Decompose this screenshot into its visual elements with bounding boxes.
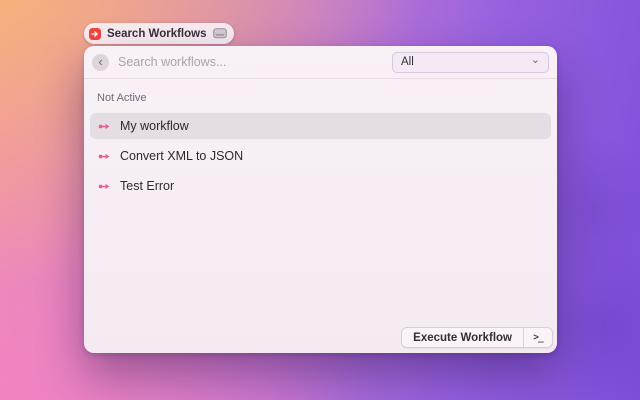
workflow-name: Convert XML to JSON xyxy=(120,149,244,163)
list-item-my-workflow[interactable]: My workflow xyxy=(90,113,551,139)
workflow-name: Test Error xyxy=(120,179,175,193)
section-header: Not Active xyxy=(97,92,147,104)
terminal-icon: >_ xyxy=(533,332,544,343)
list-item-convert-xml[interactable]: Convert XML to JSON xyxy=(90,143,551,169)
window-header: ‹ All ⌄ xyxy=(84,46,557,79)
chevron-left-icon: ‹ xyxy=(98,53,103,69)
workflow-list: Not Active My workflow Convert XML to JS… xyxy=(84,79,557,327)
run-arrow-icon xyxy=(91,30,98,37)
back-button[interactable]: ‹ xyxy=(92,53,109,71)
workflow-icon xyxy=(98,150,111,163)
search-input[interactable] xyxy=(118,55,383,69)
chevron-down-icon: ⌄ xyxy=(530,53,540,66)
execute-workflow-split-button: Execute Workflow >_ xyxy=(401,327,553,348)
filter-dropdown[interactable]: All ⌄ xyxy=(392,51,549,73)
list-item-test-error[interactable]: Test Error xyxy=(90,173,551,199)
badge-title: Search Workflows xyxy=(107,27,207,40)
search-workflows-window: ‹ All ⌄ Not Active My workflow xyxy=(84,46,557,353)
window-footer: Execute Workflow >_ xyxy=(84,327,557,353)
window-title-badge[interactable]: Search Workflows xyxy=(84,23,234,44)
workflow-icon xyxy=(98,180,111,193)
workflow-icon xyxy=(98,120,111,133)
execute-workflow-button[interactable]: Execute Workflow xyxy=(402,328,523,347)
workflow-name: My workflow xyxy=(120,119,189,133)
terminal-prompt-button[interactable]: >_ xyxy=(524,328,552,347)
filter-value: All xyxy=(401,56,414,68)
desktop-background: Search Workflows ‹ All ⌄ Not Active xyxy=(0,0,640,400)
app-icon xyxy=(89,27,101,40)
keyboard-icon xyxy=(212,28,227,39)
